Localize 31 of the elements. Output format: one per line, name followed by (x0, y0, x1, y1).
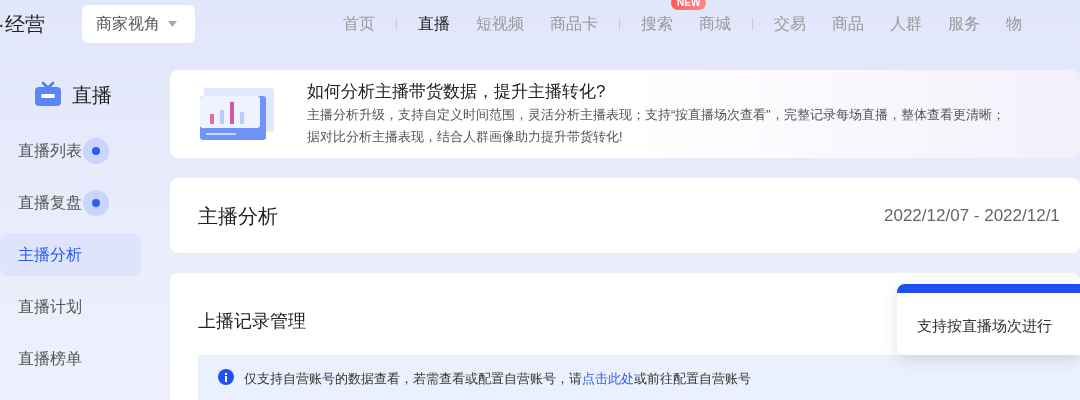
info-icon (218, 369, 234, 385)
nav-tab[interactable]: 物 (1006, 12, 1022, 36)
page-title: 主播分析 (198, 203, 279, 229)
sidebar-item[interactable]: 直播榜单 (0, 337, 141, 380)
brand-title: ·经营 (0, 12, 46, 37)
sidebar-item[interactable]: 主播分析 (0, 233, 141, 276)
banner-title: 如何分析主播带货数据，提升主播转化? (307, 81, 607, 103)
view-dropdown[interactable]: 商家视角 (82, 5, 195, 43)
nav-tab[interactable]: 商城 (699, 12, 731, 36)
config-link[interactable]: 点击此处 (582, 371, 634, 386)
nav-tab[interactable]: 首页 (343, 12, 375, 36)
nav-tab[interactable]: 服务 (948, 12, 980, 36)
nav-tab[interactable]: 商品 (832, 12, 864, 36)
sidebar-item[interactable]: 直播列表 (0, 129, 141, 172)
sidebar-title: 直播 (72, 83, 112, 108)
tv-icon (34, 81, 62, 109)
section-title: 上播记录管理 (198, 311, 306, 331)
nav-tab[interactable]: 人群 (890, 12, 922, 36)
tooltip-text: 支持按直播场次进行 (917, 317, 1052, 334)
banner-text: 据对比分析主播表现，结合人群画像助力提升带货转化! (307, 128, 624, 146)
nav-tab[interactable]: 商品卡 (550, 12, 598, 36)
nav-tab[interactable]: 直播 (418, 12, 450, 36)
date-range[interactable]: 2022/12/07 - 2022/12/1 (884, 202, 1060, 229)
banner-text: 主播分析升级，支持自定义时间范围，灵活分析主播表现；支持“按直播场次查看”，完整记录每场直播，整体查看更清晰； (307, 106, 1005, 124)
nav-tab[interactable]: 交易 (774, 12, 806, 36)
caret-icon (168, 21, 177, 27)
nav-tab[interactable]: 短视频 (476, 12, 524, 36)
notice-text: 仅支持自营账号的数据查看，若需查看或配置自营账号，请点击此处或前往配置自营账号 (244, 370, 751, 388)
sidebar-item[interactable]: 直播复盘 (0, 181, 141, 224)
sidebar-item[interactable]: 直播计划 (0, 285, 141, 328)
new-badge: NEW (671, 0, 707, 10)
